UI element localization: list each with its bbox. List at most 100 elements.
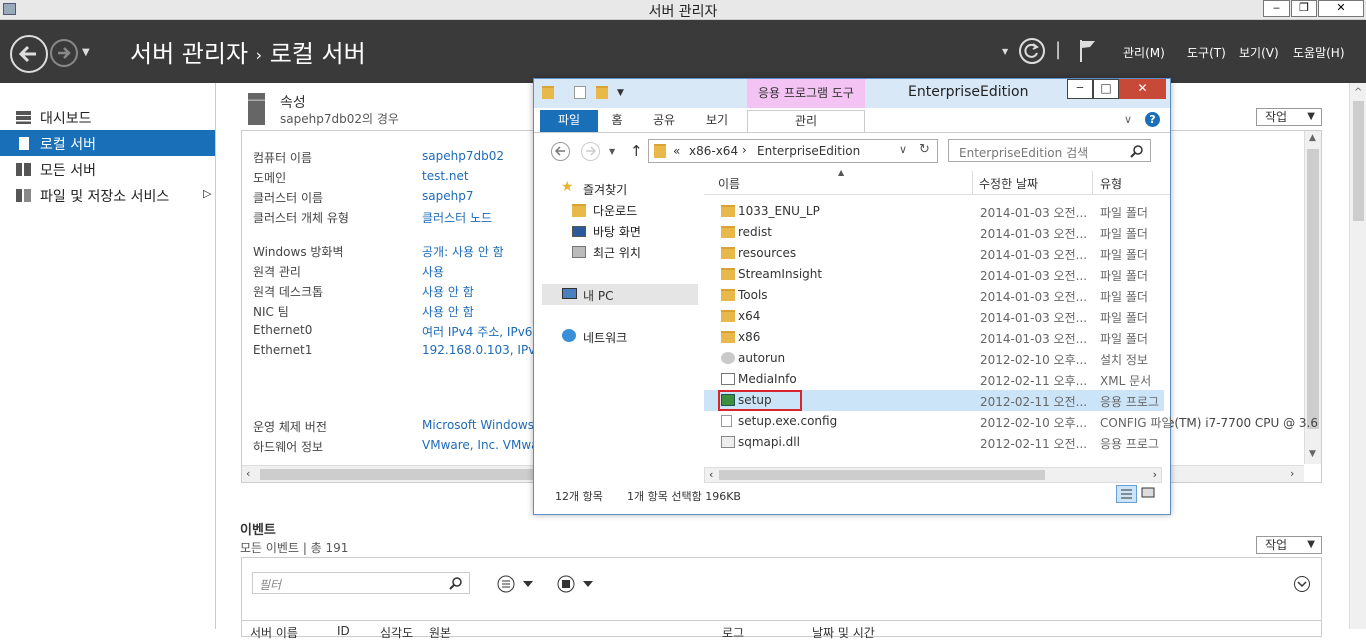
- nav-recent[interactable]: 최근 위치: [593, 244, 641, 261]
- nav-desktop[interactable]: 바탕 화면: [593, 223, 641, 240]
- nav-favorites[interactable]: 즐겨찾기: [583, 181, 627, 198]
- list-options-button[interactable]: [497, 575, 537, 596]
- expand-arrow-icon[interactable]: ▷: [203, 187, 211, 200]
- save-query-button[interactable]: [557, 575, 597, 596]
- hscroll-thumb[interactable]: [260, 469, 560, 480]
- property-value[interactable]: VMware, Inc. VMwar: [422, 438, 543, 452]
- tab-share[interactable]: 공유: [642, 110, 686, 132]
- refresh-button[interactable]: [1019, 38, 1045, 64]
- minimize-button[interactable]: ‒: [1263, 0, 1290, 17]
- explorer-back-button[interactable]: [551, 142, 570, 161]
- file-row[interactable]: redist 2014-01-03 오전... 파일 폴더: [704, 222, 1164, 243]
- tab-file[interactable]: 파일: [540, 110, 598, 132]
- menu-help[interactable]: 도움말(H): [1293, 44, 1345, 61]
- recent-locations-icon[interactable]: ▼: [609, 147, 615, 156]
- large-icons-view-button[interactable]: [1140, 485, 1158, 503]
- column-name[interactable]: 이름: [718, 175, 740, 192]
- nav-pc-row[interactable]: 내 PC: [542, 284, 698, 305]
- column-server-name[interactable]: 서버 이름: [250, 624, 298, 641]
- column-log[interactable]: 로그: [722, 624, 744, 641]
- menu-manage[interactable]: 관리(M): [1123, 44, 1165, 61]
- property-value[interactable]: 사용: [422, 263, 444, 280]
- column-date-modified[interactable]: 수정한 날짜: [979, 175, 1038, 192]
- tab-view[interactable]: 보기: [696, 110, 738, 132]
- explorer-maximize-button[interactable]: □: [1093, 79, 1119, 99]
- property-value[interactable]: 사용 안 함: [422, 303, 474, 320]
- column-date-time[interactable]: 날짜 및 시간: [812, 624, 875, 641]
- scroll-right-icon[interactable]: ›: [1290, 467, 1294, 480]
- column-type[interactable]: 유형: [1100, 175, 1122, 192]
- hscroll-thumb[interactable]: [719, 470, 1045, 480]
- scroll-up-icon[interactable]: ^: [1354, 87, 1362, 98]
- column-severity[interactable]: 심각도: [380, 624, 413, 641]
- scroll-left-icon[interactable]: ‹: [709, 468, 713, 481]
- tab-manage[interactable]: 관리: [747, 110, 865, 132]
- quick-access-newfolder-icon[interactable]: [596, 86, 608, 99]
- expand-collapse-button[interactable]: [1293, 575, 1311, 596]
- address-bar[interactable]: « x86-x64 › EnterpriseEdition ∨ ↻: [648, 139, 938, 163]
- column-source[interactable]: 원본: [429, 624, 451, 641]
- breadcrumb-root[interactable]: 서버 관리자: [130, 40, 248, 68]
- quick-access-properties-icon[interactable]: [574, 86, 586, 99]
- events-task-button[interactable]: 작업 ▼: [1256, 536, 1322, 554]
- refresh-dropdown-icon[interactable]: ▼: [1002, 47, 1008, 56]
- address-part-x86-x64[interactable]: x86-x64: [689, 144, 738, 158]
- scroll-up-icon[interactable]: ▲: [1309, 133, 1316, 143]
- ribbon-expand-icon[interactable]: ∨: [1124, 113, 1132, 126]
- scroll-thumb[interactable]: [1307, 149, 1319, 429]
- property-value[interactable]: sapehp7db02: [422, 149, 504, 163]
- address-part-current[interactable]: EnterpriseEdition: [757, 144, 860, 158]
- property-value[interactable]: test.net: [422, 169, 469, 183]
- file-row[interactable]: x64 2014-01-03 오전... 파일 폴더: [704, 306, 1164, 327]
- search-icon[interactable]: [1130, 144, 1144, 158]
- property-value[interactable]: 사용 안 함: [422, 283, 474, 300]
- file-row[interactable]: StreamInsight 2014-01-03 오전... 파일 폴더: [704, 264, 1164, 285]
- maximize-button[interactable]: ❐: [1291, 0, 1317, 17]
- column-id[interactable]: ID: [337, 624, 350, 638]
- notifications-flag-icon[interactable]: [1078, 38, 1098, 65]
- nav-dropdown-icon[interactable]: ▼: [82, 47, 90, 58]
- properties-scrollbar[interactable]: ▲ ▼: [1304, 131, 1321, 464]
- properties-task-button[interactable]: 작업 ▼: [1256, 108, 1322, 126]
- address-dropdown-icon[interactable]: ∨: [899, 143, 907, 156]
- tab-home[interactable]: 홈: [598, 110, 636, 132]
- file-row[interactable]: resources 2014-01-03 오전... 파일 폴더: [704, 243, 1164, 264]
- sidebar-item-dashboard[interactable]: 대시보드: [0, 104, 215, 130]
- window-scrollbar[interactable]: ^: [1349, 83, 1366, 629]
- search-icon[interactable]: [449, 576, 463, 590]
- menu-tools[interactable]: 도구(T): [1187, 44, 1226, 61]
- scroll-down-icon[interactable]: ▼: [1309, 449, 1316, 459]
- file-row[interactable]: 1033_ENU_LP 2014-01-03 오전... 파일 폴더: [704, 201, 1164, 222]
- refresh-icon[interactable]: ↻: [919, 142, 930, 157]
- events-filter-input[interactable]: 필터: [252, 572, 470, 594]
- scroll-left-icon[interactable]: ‹: [246, 467, 250, 480]
- explorer-close-button[interactable]: ✕: [1119, 79, 1166, 99]
- file-list-hscrollbar[interactable]: ‹ ›: [704, 467, 1162, 483]
- help-icon[interactable]: ?: [1145, 112, 1160, 127]
- explorer-minimize-button[interactable]: ‒: [1067, 79, 1093, 99]
- property-value[interactable]: sapehp7: [422, 189, 473, 203]
- menu-view[interactable]: 보기(V): [1239, 44, 1279, 61]
- quick-access-folder-icon[interactable]: [542, 86, 554, 99]
- file-row[interactable]: sqmapi.dll 2012-02-11 오전... 응용 프로그: [704, 432, 1164, 453]
- property-value[interactable]: 여러 IPv4 주소, IPv6: [422, 323, 532, 340]
- scroll-thumb[interactable]: [1353, 101, 1364, 221]
- property-value[interactable]: 공개: 사용 안 함: [422, 243, 504, 260]
- explorer-forward-button[interactable]: [581, 142, 600, 161]
- scroll-right-icon[interactable]: ›: [1153, 468, 1157, 481]
- file-row[interactable]: autorun 2012-02-10 오후... 설치 정보: [704, 348, 1164, 369]
- file-row[interactable]: setup.exe.config 2012-02-10 오후... CONFIG 파…: [704, 411, 1172, 432]
- details-view-button[interactable]: [1116, 485, 1137, 503]
- nav-downloads[interactable]: 다운로드: [593, 202, 637, 219]
- file-row[interactable]: x86 2014-01-03 오전... 파일 폴더: [704, 327, 1164, 348]
- quick-access-dropdown-icon[interactable]: ▼: [617, 88, 624, 98]
- address-prefix[interactable]: «: [673, 144, 680, 158]
- file-row[interactable]: Tools 2014-01-03 오전... 파일 폴더: [704, 285, 1164, 306]
- forward-button[interactable]: [50, 39, 78, 67]
- sidebar-item-all-servers[interactable]: 모든 서버: [0, 156, 215, 182]
- sidebar-item-local-server[interactable]: 로컬 서버: [0, 130, 215, 156]
- file-row[interactable]: setup 2012-02-11 오전... 응용 프로그: [704, 390, 1164, 411]
- explorer-search-input[interactable]: EnterpriseEdition 검색: [948, 139, 1151, 162]
- up-arrow-icon[interactable]: ↑: [630, 142, 643, 160]
- nav-network[interactable]: 네트워크: [583, 329, 627, 346]
